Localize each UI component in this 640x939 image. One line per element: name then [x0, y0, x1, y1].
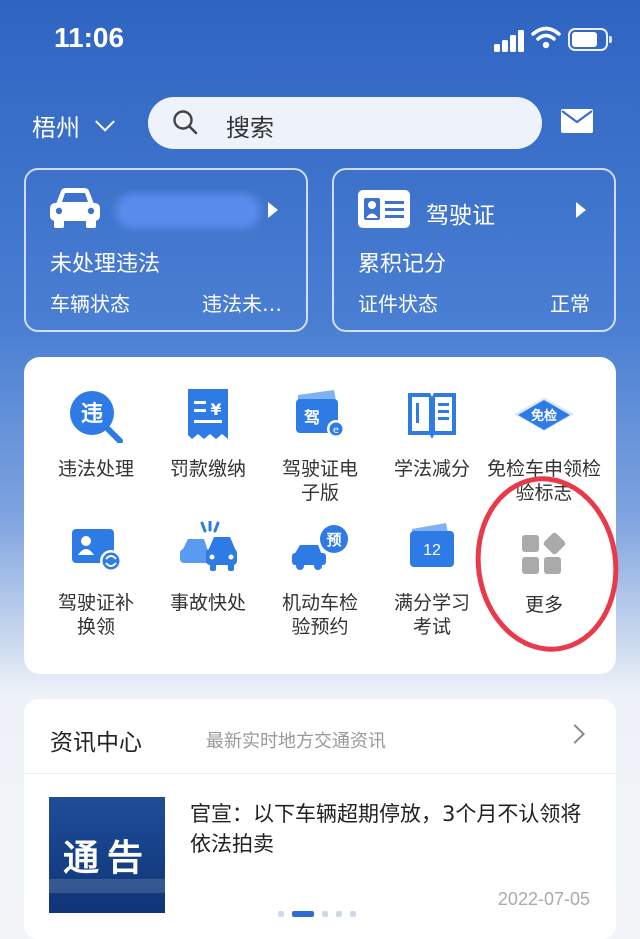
- carousel-dot[interactable]: [336, 911, 342, 917]
- service-label: 驾驶证补换领: [57, 592, 134, 638]
- car-icon: [50, 188, 100, 228]
- service-label: 驾驶证电子版: [281, 458, 358, 504]
- news-thumbnail[interactable]: 通告: [49, 797, 165, 913]
- service-full-score-exam[interactable]: 12 满分学习考试: [372, 521, 492, 639]
- search-icon: [173, 110, 198, 135]
- chevron-right-icon: [576, 202, 586, 218]
- full-score-exam-icon: 12: [410, 523, 454, 567]
- license-status-label: 证件状态: [358, 292, 438, 316]
- service-label: 满分学习考试: [393, 592, 470, 638]
- battery-level: [572, 32, 597, 47]
- svg-text:¥: ¥: [210, 400, 221, 419]
- thumbnail-band: [49, 879, 165, 893]
- news-title: 资讯中心: [50, 730, 142, 756]
- carousel-dot[interactable]: [322, 911, 328, 917]
- fine-payment-icon: ¥: [188, 389, 228, 439]
- service-e-license[interactable]: 驾 e 驾驶证电子版: [260, 387, 380, 505]
- svg-text:驾: 驾: [303, 408, 320, 427]
- search-input[interactable]: 搜索: [148, 97, 542, 149]
- inspection-exempt-icon: 免检: [514, 397, 575, 432]
- divider: [24, 773, 616, 774]
- license-status-value: 正常: [550, 292, 590, 316]
- wifi-icon: [531, 26, 561, 49]
- carousel-dot[interactable]: [350, 911, 356, 917]
- battery-icon: [568, 28, 612, 51]
- service-label: 违法处理: [57, 458, 134, 480]
- accident-icon: [180, 519, 237, 571]
- license-card[interactable]: 驾驶证 累积记分 证件状态 正常: [332, 168, 616, 332]
- svg-text:违: 违: [81, 401, 103, 427]
- vehicle-card-title: 未处理违法: [50, 252, 161, 277]
- service-label: 机动车检验预约: [281, 592, 358, 638]
- search-placeholder: 搜索: [226, 114, 274, 142]
- cellular-signal-icon: [494, 30, 526, 52]
- license-card-title: 累积记分: [358, 252, 447, 277]
- service-fine-payment[interactable]: ¥ 罚款缴纳: [148, 387, 268, 481]
- service-license-replace[interactable]: 驾驶证补换领: [36, 521, 156, 639]
- inspection-booking-icon: 预: [292, 525, 348, 570]
- city-selector[interactable]: 梧州: [32, 108, 115, 143]
- svg-text:12: 12: [423, 542, 441, 559]
- news-date: 2022-07-05: [497, 889, 590, 909]
- vehicle-status-label: 车辆状态: [50, 292, 130, 316]
- mail-icon[interactable]: [561, 109, 593, 133]
- service-label: 学法减分: [393, 458, 470, 480]
- chevron-right-icon[interactable]: [565, 724, 585, 744]
- service-study-reduce[interactable]: 学法减分: [372, 387, 492, 481]
- svg-text:预: 预: [326, 531, 341, 549]
- service-violation[interactable]: 违 违法处理: [36, 387, 156, 481]
- service-accident[interactable]: 事故快处: [148, 519, 268, 615]
- status-time: 11:06: [54, 22, 125, 53]
- news-subtitle: 最新实时地方交通资讯: [206, 731, 386, 752]
- carousel-dot[interactable]: [292, 911, 314, 917]
- news-headline[interactable]: 官宣：以下车辆超期停放，3个月不认领将依法拍卖: [190, 799, 594, 859]
- svg-text:e: e: [333, 425, 339, 436]
- id-card-icon: [358, 190, 410, 228]
- plate-number-blurred: [116, 194, 260, 228]
- news-center: 资讯中心 最新实时地方交通资讯 通告 官宣：以下车辆超期停放，3个月不认领将依法…: [24, 699, 616, 939]
- thumbnail-text: 通告: [62, 838, 151, 879]
- service-label: 罚款缴纳: [169, 458, 246, 480]
- license-name: 驾驶证: [426, 203, 495, 229]
- service-inspection-booking[interactable]: 预 机动车检验预约: [260, 521, 380, 639]
- license-replace-icon: [72, 529, 122, 572]
- city-label: 梧州: [32, 114, 80, 142]
- e-license-icon: 驾 e: [296, 390, 345, 438]
- violation-icon: 违: [70, 391, 123, 444]
- vehicle-status-value: 违法未…: [202, 292, 282, 316]
- study-book-icon: [408, 393, 456, 439]
- carousel-dots: [278, 911, 356, 917]
- chevron-right-icon: [268, 202, 278, 218]
- service-label: 事故快处: [169, 592, 246, 614]
- svg-text:免检: 免检: [531, 408, 557, 424]
- status-bar: 11:06: [0, 0, 640, 84]
- chevron-down-icon: [95, 111, 115, 132]
- carousel-dot[interactable]: [278, 911, 284, 917]
- vehicle-card[interactable]: 未处理违法 车辆状态 违法未…: [24, 168, 308, 332]
